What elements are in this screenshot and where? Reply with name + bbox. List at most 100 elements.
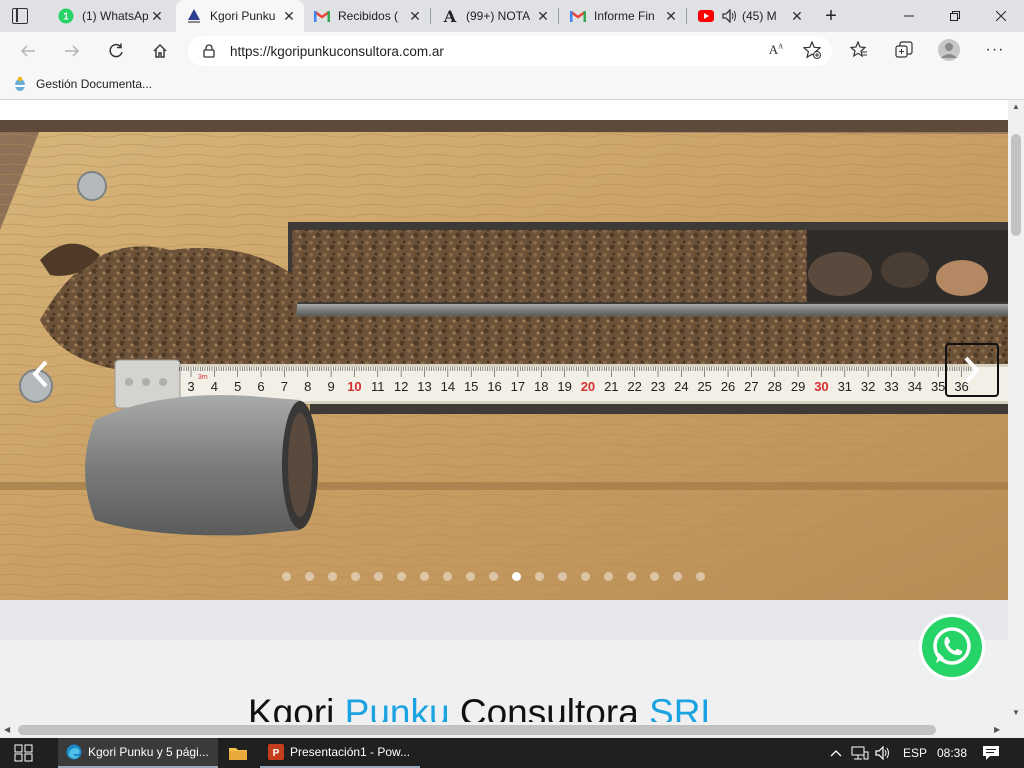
close-tab-icon[interactable]: ✕ bbox=[662, 8, 680, 25]
intro-band bbox=[0, 600, 1008, 640]
chevron-up-icon bbox=[830, 750, 842, 757]
carousel-dot[interactable] bbox=[351, 572, 360, 581]
carousel-dot[interactable] bbox=[581, 572, 590, 581]
taskbar-powerpoint-label: Presentación1 - Pow... bbox=[290, 745, 411, 759]
refresh-button[interactable] bbox=[100, 35, 132, 67]
show-hidden-icons-button[interactable] bbox=[830, 738, 842, 768]
notifications-button[interactable] bbox=[982, 738, 1000, 768]
minimize-button[interactable] bbox=[886, 0, 932, 32]
tab-whatsapp[interactable]: 1 (1) WhatsApp ✕ bbox=[48, 0, 172, 32]
language-indicator[interactable]: ESP bbox=[903, 738, 927, 768]
youtube-icon bbox=[698, 8, 714, 24]
close-tab-icon[interactable]: ✕ bbox=[280, 8, 298, 25]
carousel-dot[interactable] bbox=[443, 572, 452, 581]
carousel-dot[interactable] bbox=[282, 572, 291, 581]
tape-number: 12 bbox=[394, 379, 408, 394]
svg-text:1: 1 bbox=[63, 12, 69, 23]
arrow-right-icon bbox=[65, 45, 80, 57]
refresh-icon bbox=[109, 43, 123, 58]
network-icon[interactable] bbox=[851, 738, 869, 768]
carousel-dot[interactable] bbox=[328, 572, 337, 581]
favorites-icon[interactable] bbox=[848, 39, 870, 61]
taskbar-edge[interactable]: Kgori Punku y 5 pági... bbox=[58, 738, 218, 768]
tape-number: 3 bbox=[187, 379, 194, 394]
favorites-bar: Gestión Documenta... bbox=[0, 70, 1024, 100]
tab-divider bbox=[430, 8, 431, 24]
tab-label: (99+) NOTA bbox=[466, 9, 531, 23]
close-tab-icon[interactable]: ✕ bbox=[788, 8, 806, 25]
volume-icon[interactable] bbox=[875, 738, 893, 768]
windows-taskbar: Kgori Punku y 5 pági... P Presentación1 … bbox=[0, 738, 1024, 768]
tab-informe[interactable]: Informe Fin ✕ bbox=[560, 0, 686, 32]
carousel-prev-button[interactable] bbox=[22, 354, 58, 394]
scroll-left-icon[interactable]: ◀ bbox=[4, 725, 10, 734]
browser-tab-strip: 1 (1) WhatsApp ✕ Kgori Punku ✕ Recibidos… bbox=[0, 0, 1024, 32]
arrow-left-icon bbox=[20, 45, 35, 57]
tab-recibidos[interactable]: Recibidos ( ✕ bbox=[304, 0, 430, 32]
carousel-dot[interactable] bbox=[305, 572, 314, 581]
vertical-scroll-thumb[interactable] bbox=[1011, 134, 1021, 236]
tab-youtube[interactable]: (45) M ✕ bbox=[688, 0, 812, 32]
scroll-down-icon[interactable]: ▼ bbox=[1012, 708, 1020, 717]
carousel-dot[interactable] bbox=[535, 572, 544, 581]
carousel-dot[interactable] bbox=[673, 572, 682, 581]
tab-kgori-punku[interactable]: Kgori Punku ✕ bbox=[176, 0, 304, 32]
scroll-right-icon[interactable]: ▶ bbox=[994, 725, 1000, 734]
tab-actions-icon[interactable] bbox=[12, 8, 28, 24]
tape-number: 17 bbox=[511, 379, 525, 394]
url-text[interactable]: https://kgoripunkuconsultora.com.ar bbox=[230, 44, 444, 59]
speaker-icon[interactable] bbox=[722, 8, 738, 24]
tape-number: 33 bbox=[884, 379, 898, 394]
restore-button[interactable] bbox=[932, 0, 978, 32]
carousel-dot[interactable] bbox=[420, 572, 429, 581]
scroll-up-icon[interactable]: ▲ bbox=[1012, 102, 1020, 111]
carousel-dot[interactable] bbox=[466, 572, 475, 581]
close-tab-icon[interactable]: ✕ bbox=[534, 8, 552, 25]
read-aloud-icon[interactable]: AA bbox=[765, 39, 787, 61]
tape-number: 18 bbox=[534, 379, 548, 394]
home-button[interactable] bbox=[144, 35, 176, 67]
carousel-dot[interactable] bbox=[397, 572, 406, 581]
taskbar-edge-label: Kgori Punku y 5 pági... bbox=[88, 745, 209, 759]
back-button[interactable] bbox=[12, 35, 44, 67]
clock[interactable]: 08:38 bbox=[937, 738, 967, 768]
header-remnant bbox=[0, 100, 1008, 120]
taskbar-file-explorer[interactable] bbox=[220, 738, 256, 768]
horizontal-scroll-thumb[interactable] bbox=[18, 725, 936, 735]
address-bar[interactable]: https://kgoripunkuconsultora.com.ar bbox=[188, 36, 832, 66]
carousel-dot[interactable] bbox=[512, 572, 521, 581]
close-window-button[interactable] bbox=[978, 0, 1024, 32]
tab-nota[interactable]: A (99+) NOTA ✕ bbox=[432, 0, 558, 32]
tape-small-mark: 3m bbox=[198, 374, 208, 381]
carousel-dot[interactable] bbox=[627, 572, 636, 581]
carousel-dot[interactable] bbox=[374, 572, 383, 581]
whatsapp-chat-button[interactable] bbox=[922, 617, 982, 677]
a-letter-icon: A bbox=[443, 6, 457, 26]
tape-number: 16 bbox=[487, 379, 501, 394]
svg-text:P: P bbox=[273, 748, 280, 759]
carousel-dot[interactable] bbox=[604, 572, 613, 581]
carousel-dot[interactable] bbox=[558, 572, 567, 581]
close-tab-icon[interactable]: ✕ bbox=[406, 8, 424, 25]
forward-button[interactable] bbox=[56, 35, 88, 67]
carousel-dot[interactable] bbox=[650, 572, 659, 581]
close-icon bbox=[996, 11, 1006, 21]
tape-number: 24 bbox=[674, 379, 688, 394]
taskbar-powerpoint[interactable]: P Presentación1 - Pow... bbox=[260, 738, 420, 768]
tape-number: 35 bbox=[931, 379, 945, 394]
favorite-gestion-documental[interactable]: Gestión Documenta... bbox=[14, 76, 152, 92]
more-menu-icon[interactable]: ··· bbox=[984, 39, 1006, 61]
tab-label: (45) M bbox=[742, 9, 777, 23]
add-favorite-icon[interactable] bbox=[801, 39, 823, 61]
collections-icon[interactable] bbox=[893, 39, 915, 61]
carousel-dot[interactable] bbox=[696, 572, 705, 581]
new-tab-button[interactable]: + bbox=[808, 0, 854, 32]
lock-icon[interactable] bbox=[202, 44, 216, 58]
close-tab-icon[interactable]: ✕ bbox=[148, 8, 166, 25]
profile-avatar[interactable] bbox=[938, 39, 960, 61]
tape-number: 22 bbox=[627, 379, 641, 394]
carousel-dot[interactable] bbox=[489, 572, 498, 581]
task-view-button[interactable] bbox=[14, 738, 34, 768]
title-part-2: Punku bbox=[344, 692, 450, 722]
carousel-next-button[interactable] bbox=[945, 343, 999, 397]
